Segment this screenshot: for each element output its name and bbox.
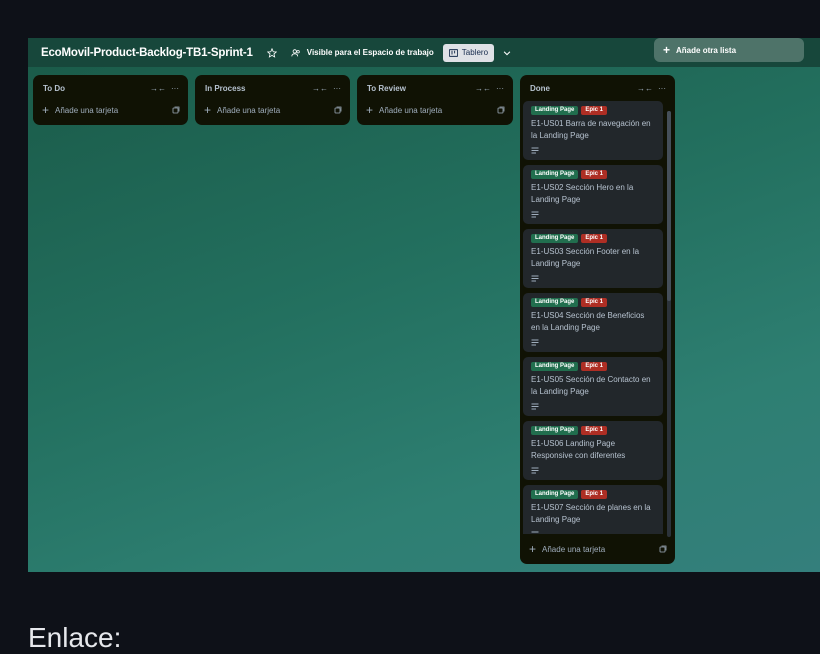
template-icon[interactable] [332,104,344,116]
card-title: E1-US04 Sección de Beneficios en la Land… [531,311,645,332]
footer-text: Enlace: [28,622,122,653]
more-icon[interactable]: ··· [493,81,507,95]
list-in-process: In Process →← ··· + Añade una tarjeta [195,75,350,125]
board-title[interactable]: EcoMovil-Product-Backlog-TB1-Sprint-1 [41,47,253,59]
add-card-button[interactable]: + Añade una tarjeta [195,101,350,119]
template-icon[interactable] [657,543,669,555]
star-icon[interactable] [265,46,279,60]
collapse-icon[interactable]: →← [637,81,653,95]
label-landing-page[interactable]: Landing Page [531,298,579,307]
card-labels: Landing Page Epic 1 [531,170,655,179]
add-card-button[interactable]: + Añade una tarjeta [520,540,675,558]
list-title: In Process [205,83,246,93]
more-icon[interactable]: ··· [168,81,182,95]
description-icon [531,531,539,534]
plus-icon: + [663,43,671,57]
label-epic[interactable]: Epic 1 [581,426,608,435]
plus-icon: + [529,542,537,556]
label-epic[interactable]: Epic 1 [581,298,608,307]
plus-icon: + [42,103,50,117]
description-icon [531,403,539,410]
visibility-label: Visible para el Espacio de trabajo [306,48,434,57]
collapse-icon[interactable]: →← [312,81,328,95]
visibility-button[interactable]: Visible para el Espacio de trabajo [289,46,434,60]
description-icon [531,275,539,282]
card-title: E1-US06 Landing Page Responsive con dife… [531,439,626,460]
card-labels: Landing Page Epic 1 [531,234,655,243]
list-title: To Review [367,83,406,93]
board-view-button[interactable]: Tablero [442,43,495,62]
label-epic[interactable]: Epic 1 [581,362,608,371]
people-icon [289,46,303,60]
label-epic[interactable]: Epic 1 [581,234,608,243]
add-list-button[interactable]: + Añade otra lista [654,38,804,62]
card-list: Landing Page Epic 1 E1-US01 Barra de naveg… [523,101,663,534]
label-landing-page[interactable]: Landing Page [531,490,579,499]
plus-icon: + [366,103,374,117]
plus-icon: + [204,103,212,117]
label-epic[interactable]: Epic 1 [581,170,608,179]
scrollbar[interactable] [667,111,671,537]
label-landing-page[interactable]: Landing Page [531,106,579,115]
card-labels: Landing Page Epic 1 [531,490,655,499]
card-labels: Landing Page Epic 1 [531,298,655,307]
more-icon[interactable]: ··· [655,81,669,95]
label-epic[interactable]: Epic 1 [581,106,608,115]
list-title: To Do [43,83,66,93]
board: EcoMovil-Product-Backlog-TB1-Sprint-1 Vi… [28,38,820,572]
label-epic[interactable]: Epic 1 [581,490,608,499]
add-card-label: Añade una tarjeta [217,105,281,115]
label-landing-page[interactable]: Landing Page [531,234,579,243]
card-title: E1-US02 Sección Hero en la Landing Page [531,183,634,204]
list-done: Done →← ··· Landing Page Epic 1 E1-US01 Ba… [520,75,675,564]
card-title: E1-US05 Sección de Contacto en la Landin… [531,375,651,396]
add-card-button[interactable]: + Añade una tarjeta [357,101,513,119]
board-icon [448,48,458,57]
more-icon[interactable]: ··· [330,81,344,95]
card[interactable]: Landing Page Epic 1 E1-US04 Sección de Ben… [523,293,663,352]
description-icon [531,467,539,474]
chevron-down-icon[interactable] [502,48,512,58]
add-card-label: Añade una tarjeta [379,105,443,115]
template-icon[interactable] [170,104,182,116]
add-list-label: Añade otra lista [676,45,737,55]
card[interactable]: Landing Page Epic 1 E1-US01 Barra de naveg… [523,101,663,160]
label-landing-page[interactable]: Landing Page [531,362,579,371]
add-card-button[interactable]: + Añade una tarjeta [33,101,188,119]
board-view-label: Tablero [461,48,489,57]
card-title: E1-US01 Barra de navegación en la Landin… [531,119,651,140]
card-title: E1-US03 Sección Footer en la Landing Pag… [531,247,640,268]
add-card-label: Añade una tarjeta [542,544,606,554]
collapse-icon[interactable]: →← [150,81,166,95]
card-labels: Landing Page Epic 1 [531,362,655,371]
description-icon [531,339,539,346]
card[interactable]: Landing Page Epic 1 E1-US07 Sección de pla… [523,485,663,534]
card-title: E1-US07 Sección de planes en la Landing … [531,503,651,524]
collapse-icon[interactable]: →← [475,81,491,95]
card[interactable]: Landing Page Epic 1 E1-US06 Landing Page R… [523,421,663,480]
card-labels: Landing Page Epic 1 [531,426,655,435]
label-landing-page[interactable]: Landing Page [531,170,579,179]
scrollbar-thumb[interactable] [667,111,671,301]
add-card-label: Añade una tarjeta [55,105,119,115]
list-to-review: To Review →← ··· + Añade una tarjeta [357,75,513,125]
card-labels: Landing Page Epic 1 [531,106,655,115]
template-icon[interactable] [495,104,507,116]
card[interactable]: Landing Page Epic 1 E1-US05 Sección de Con… [523,357,663,416]
label-landing-page[interactable]: Landing Page [531,426,579,435]
list-to-do: To Do →← ··· + Añade una tarjeta [33,75,188,125]
card[interactable]: Landing Page Epic 1 E1-US03 Sección Footer… [523,229,663,288]
description-icon [531,147,539,154]
card[interactable]: Landing Page Epic 1 E1-US02 Sección Hero e… [523,165,663,224]
list-title: Done [530,83,550,93]
description-icon [531,211,539,218]
